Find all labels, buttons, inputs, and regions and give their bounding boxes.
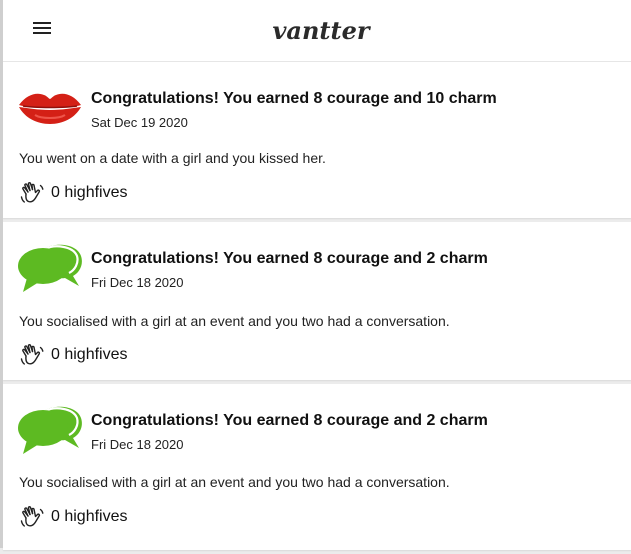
speech-bubbles-icon: [17, 242, 85, 296]
hand-wave-icon: [19, 342, 45, 368]
post-text: You socialised with a girl at an event a…: [19, 474, 450, 490]
hand-wave-icon: [19, 504, 45, 530]
post-title: Congratulations! You earned 8 courage an…: [91, 250, 488, 267]
hand-wave-icon: [19, 180, 45, 206]
window-left-edge: [0, 0, 3, 548]
post-date: Fri Dec 18 2020: [91, 275, 184, 290]
post-date: Sat Dec 19 2020: [91, 115, 188, 130]
feed-card: Congratulations! You earned 8 courage an…: [3, 384, 631, 550]
vantter-logo[interactable]: vantter: [271, 12, 371, 50]
feed-card: Congratulations! You earned 8 courage an…: [3, 62, 631, 218]
hamburger-menu-icon[interactable]: [29, 17, 55, 39]
highfive-count: 0 highfives: [51, 184, 128, 201]
post-title: Congratulations! You earned 8 courage an…: [91, 412, 488, 429]
post-text: You socialised with a girl at an event a…: [19, 313, 450, 329]
highfive-button[interactable]: 0 highfives: [19, 504, 128, 530]
app-header: vantter: [3, 0, 631, 62]
highfive-count: 0 highfives: [51, 346, 128, 363]
highfive-button[interactable]: 0 highfives: [19, 180, 128, 206]
highfive-button[interactable]: 0 highfives: [19, 342, 128, 368]
lips-icon: [17, 88, 83, 128]
highfive-count: 0 highfives: [51, 508, 128, 525]
post-text: You went on a date with a girl and you k…: [19, 150, 326, 166]
logo-text: vantter: [272, 16, 371, 45]
feed-card: Congratulations! You earned 8 courage an…: [3, 222, 631, 380]
speech-bubbles-icon: [17, 404, 85, 458]
activity-feed: Congratulations! You earned 8 courage an…: [3, 62, 631, 554]
post-date: Fri Dec 18 2020: [91, 437, 184, 452]
post-title: Congratulations! You earned 8 courage an…: [91, 90, 497, 107]
